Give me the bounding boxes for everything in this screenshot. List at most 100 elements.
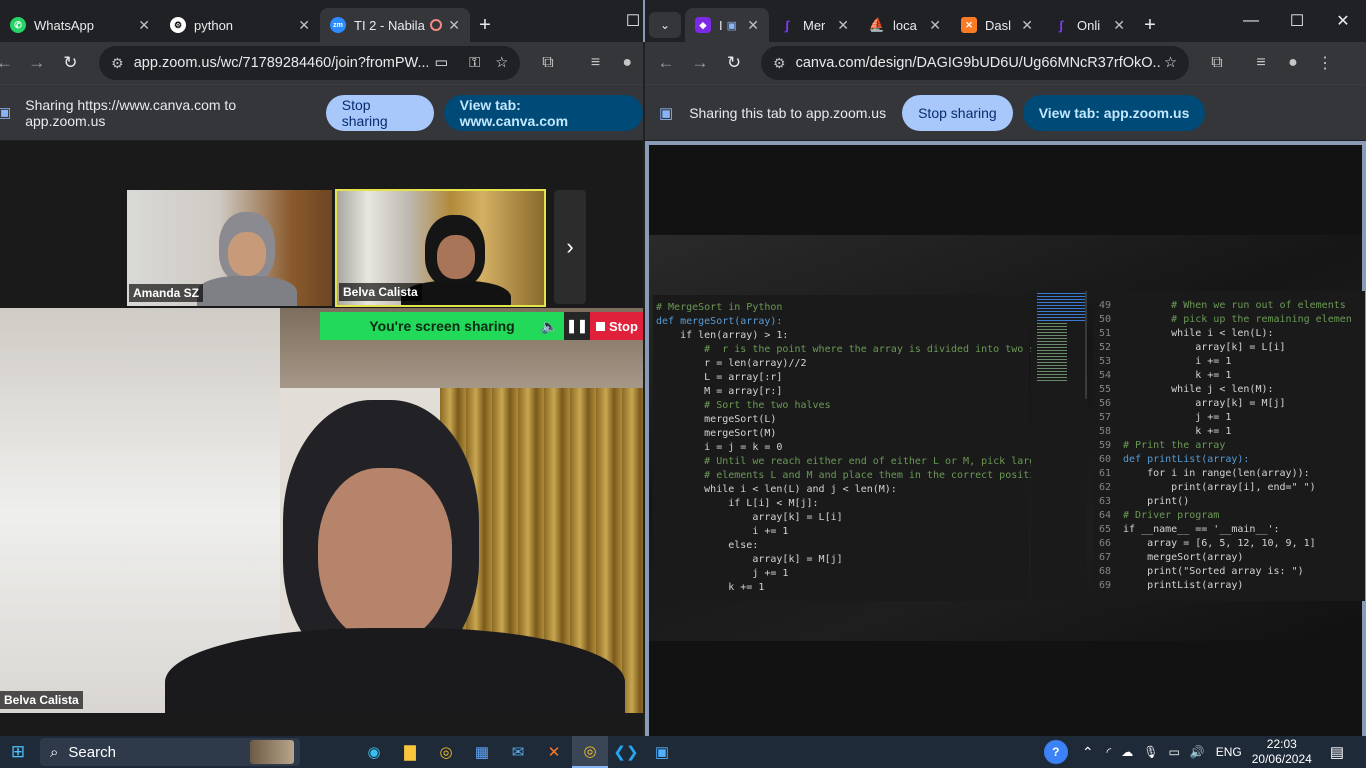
code-line: L = array[:r] (656, 372, 783, 383)
store-icon[interactable]: ▦ (464, 736, 500, 768)
view-tab-button[interactable]: View tab: www.canva.com (443, 94, 643, 131)
close-icon[interactable]: ✕ (747, 17, 759, 34)
close-icon[interactable]: ✕ (837, 17, 849, 34)
maximize-icon[interactable]: ☐ (1274, 11, 1320, 31)
microphone-icon[interactable]: 🎙 (1143, 745, 1158, 759)
maximize-icon[interactable]: ☐ (610, 11, 643, 31)
close-icon[interactable]: ✕ (448, 17, 460, 34)
chevron-up-icon[interactable]: ⌃ (1082, 744, 1094, 761)
tab-label: TI 2 - Nabila (354, 17, 425, 33)
minimize-icon[interactable]: — (1228, 12, 1274, 30)
code-text: # Driver program (1123, 510, 1220, 521)
volume-icon[interactable]: 🔊 (1190, 745, 1205, 759)
new-tab-button[interactable]: + (470, 8, 500, 42)
screen-share-icon: ▣ (0, 104, 12, 120)
media-control-icon[interactable]: ≡ (1245, 54, 1277, 72)
next-participants-button[interactable]: › (554, 190, 586, 304)
view-tab-button[interactable]: View tab: app.zoom.us (1022, 94, 1206, 131)
code-text: i += 1 (1123, 356, 1232, 367)
tab-mer[interactable]: ʃ Mer ✕ (769, 8, 859, 42)
tab-whatsapp[interactable]: ✆ WhatsApp ✕ (0, 8, 160, 42)
url-text: canva.com/design/DAGIG9bUD6U/Ug66MNcR37r… (795, 55, 1165, 71)
bookmark-star-icon[interactable]: ☆ (495, 55, 508, 71)
stop-sharing-button[interactable]: Stop sharing (902, 94, 1013, 131)
file-explorer-icon[interactable]: ▇ (392, 736, 428, 768)
back-icon[interactable]: ← (0, 53, 13, 73)
participant-name: Belva Calista (339, 283, 422, 301)
menu-icon[interactable]: ⋮ (1309, 53, 1341, 73)
chrome-icon[interactable]: ◎ (428, 736, 464, 768)
language-indicator[interactable]: ENG (1216, 745, 1242, 759)
close-window-icon[interactable]: ✕ (1320, 11, 1366, 31)
close-icon[interactable]: ✕ (929, 17, 941, 34)
code-line: 58 k += 1 (1093, 425, 1352, 439)
code-line: j += 1 (656, 568, 789, 579)
forward-icon[interactable]: → (20, 53, 54, 73)
vscode-icon[interactable]: ❮❯ (608, 736, 644, 768)
chrome-active-icon[interactable]: ◎ (572, 736, 608, 768)
active-speaker-tile[interactable]: Belva Calista (335, 189, 546, 307)
extensions-icon[interactable]: ⧉ (1201, 54, 1233, 72)
code-line: 68 print("Sorted array is: ") (1093, 565, 1352, 579)
camera-icon[interactable]: ▭ (428, 55, 449, 71)
code-line: # MergeSort in Python (656, 302, 783, 313)
participant-tile[interactable]: Amanda SZ (127, 190, 332, 306)
screen-share-icon: ▣ (659, 104, 674, 122)
tab-localhost[interactable]: ⛵ loca ✕ (859, 8, 951, 42)
edge-icon[interactable]: ◉ (356, 736, 392, 768)
close-icon[interactable]: ✕ (1113, 17, 1125, 34)
sharing-tab-icon: ▣ (726, 19, 738, 32)
forward-icon[interactable]: → (683, 53, 717, 73)
mail-icon[interactable]: ✉ (500, 736, 536, 768)
site-info-icon[interactable]: ⚙ (773, 55, 786, 72)
tab-zoom-meeting[interactable]: zm TI 2 - Nabila ✕ (320, 8, 470, 42)
address-bar[interactable]: ⚙ canva.com/design/DAGIG9bUD6U/Ug66MNcR3… (761, 46, 1189, 80)
notifications-icon[interactable]: ▤ (1330, 743, 1344, 761)
speaker-audio-icon[interactable]: 🔈 (541, 318, 558, 335)
tab-search-button[interactable]: ⌄ (649, 12, 681, 38)
taskbar-search-box[interactable]: ⌕ Search (40, 738, 300, 766)
profile-avatar-icon[interactable]: ● (1277, 54, 1309, 72)
stop-sharing-button[interactable]: Stop sharing (325, 94, 434, 131)
wifi-icon[interactable]: ◜ (1107, 745, 1112, 759)
extensions-icon[interactable]: ⧉ (532, 54, 564, 72)
new-tab-button[interactable]: + (1135, 8, 1165, 42)
photos-icon[interactable]: ▣ (644, 736, 680, 768)
tab-python[interactable]: ⚙ python ✕ (160, 8, 320, 42)
code-line: 64 # Driver program (1093, 509, 1352, 523)
bookmark-star-icon[interactable]: ☆ (1160, 55, 1177, 71)
windows-start-icon[interactable]: ⊞ (0, 736, 36, 768)
line-number: 67 (1098, 552, 1111, 563)
clock[interactable]: 22:03 20/06/2024 (1252, 737, 1312, 767)
browser-toolbar: ← → ↻ ⚙ canva.com/design/DAGIG9bUD6U/Ug6… (645, 42, 1366, 84)
network-icon[interactable]: ☁ (1121, 745, 1133, 759)
tab-sharing-bar: ▣ Sharing this tab to app.zoom.us Stop s… (645, 84, 1366, 140)
tab-online[interactable]: ʃ Onli ✕ (1043, 8, 1135, 42)
code-line: if len(array) > 1: (656, 330, 789, 341)
profile-avatar-icon[interactable]: ● (611, 54, 643, 72)
media-control-icon[interactable]: ≡ (580, 54, 612, 72)
reload-icon[interactable]: ↻ (54, 53, 88, 73)
close-icon[interactable]: ✕ (1021, 17, 1033, 34)
xampp-taskbar-icon[interactable]: ✕ (536, 736, 572, 768)
tab-canva[interactable]: ◆ I ▣ ✕ (685, 8, 769, 42)
camera-icon[interactable]: ▭ (1168, 745, 1179, 759)
address-bar[interactable]: ⚙ app.zoom.us/wc/71789284460/join?fromPW… (99, 46, 521, 80)
reload-icon[interactable]: ↻ (717, 53, 751, 73)
stop-share-button[interactable]: Stop (590, 312, 643, 340)
close-icon[interactable]: ✕ (298, 17, 310, 34)
code-text: def printList(array): (1123, 454, 1250, 465)
line-number: 69 (1098, 580, 1111, 591)
help-icon[interactable]: ? (1043, 740, 1068, 764)
site-info-icon[interactable]: ⚙ (111, 55, 124, 72)
close-icon[interactable]: ✕ (138, 17, 150, 34)
back-icon[interactable]: ← (649, 53, 683, 73)
line-number: 63 (1098, 496, 1111, 507)
tab-dashboard[interactable]: ✕ Dasl ✕ (951, 8, 1043, 42)
key-icon[interactable]: ⚿ (469, 55, 481, 71)
code-line: i += 1 (656, 526, 789, 537)
code-line: mergeSort(L) (656, 414, 777, 425)
figure-icon: ʃ (1058, 17, 1064, 33)
pause-share-button[interactable]: ❚❚ (564, 312, 590, 340)
main-speaker-video: Belva Calista (0, 308, 643, 713)
